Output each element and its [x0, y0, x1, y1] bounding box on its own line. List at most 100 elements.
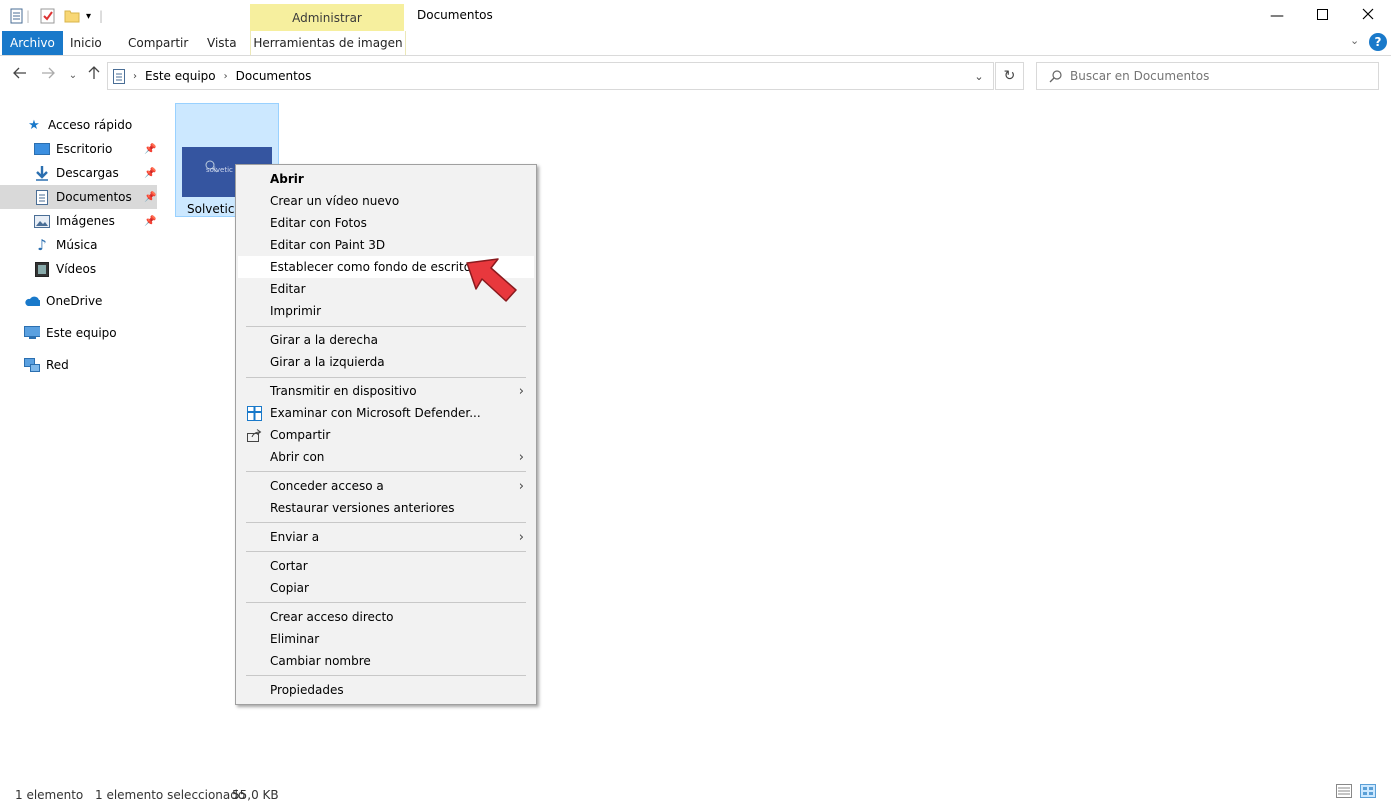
pin-icon[interactable]: 📌 — [144, 216, 156, 227]
chevron-right-icon[interactable]: › — [224, 71, 228, 82]
breadcrumb-este-equipo[interactable]: Este equipo — [145, 69, 216, 83]
sidebar-item-label: Este equipo — [46, 326, 117, 340]
chevron-right-icon: › — [518, 449, 524, 465]
sidebar-item-documentos[interactable]: Documentos 📌 — [0, 185, 157, 209]
minimize-button[interactable]: — — [1254, 0, 1300, 31]
pin-icon[interactable]: 📌 — [144, 192, 156, 203]
tab-archivo[interactable]: Archivo — [2, 31, 63, 55]
menu-item-label: Propiedades — [270, 683, 344, 697]
menu-item-label: Examinar con Microsoft Defender... — [270, 406, 481, 420]
pictures-icon — [34, 213, 50, 229]
menu-item-girar-derecha[interactable]: Girar a la derecha — [238, 329, 534, 351]
menu-item-propiedades[interactable]: Propiedades — [238, 679, 534, 701]
menu-item-label: Editar con Paint 3D — [270, 238, 386, 252]
sidebar-item-acceso-rapido[interactable]: ★ Acceso rápido — [0, 113, 160, 137]
back-button[interactable] — [9, 64, 31, 86]
status-size: 55,0 KB — [232, 788, 279, 802]
large-icons-view-icon[interactable] — [1360, 784, 1376, 801]
maximize-icon — [1316, 8, 1328, 24]
close-button[interactable] — [1345, 0, 1391, 31]
sidebar-item-videos[interactable]: Vídeos — [0, 257, 160, 281]
contextual-group-label: Administrar — [250, 4, 404, 31]
status-selected: 1 elemento seleccionado — [95, 788, 246, 802]
window-title: Documentos — [417, 8, 493, 22]
menu-item-label: Crear un vídeo nuevo — [270, 194, 400, 208]
document-icon — [113, 68, 125, 84]
menu-item-label: Editar — [270, 282, 306, 296]
pin-icon[interactable]: 📌 — [144, 168, 156, 179]
address-bar[interactable]: › Este equipo › Documentos — [107, 62, 994, 90]
up-button[interactable] — [83, 64, 105, 86]
chevron-down-icon: ⌄ — [68, 69, 78, 81]
sidebar-item-descargas[interactable]: Descargas 📌 — [0, 161, 160, 185]
tab-compartir[interactable]: Compartir — [118, 31, 198, 55]
menu-item-eliminar[interactable]: Eliminar — [238, 628, 534, 650]
search-box[interactable] — [1036, 62, 1379, 90]
pin-icon[interactable]: 📌 — [144, 144, 156, 155]
new-folder-icon[interactable] — [64, 8, 82, 24]
chevron-right-icon: › — [518, 383, 524, 399]
menu-item-restaurar-versiones[interactable]: Restaurar versiones anteriores — [238, 497, 534, 519]
menu-separator — [246, 471, 526, 472]
chevron-right-icon[interactable]: › — [133, 71, 137, 82]
refresh-button[interactable]: ↻ — [995, 62, 1024, 90]
checkmark-icon[interactable] — [40, 8, 58, 24]
menu-item-copiar[interactable]: Copiar — [238, 577, 534, 599]
recent-locations-button[interactable]: ⌄ — [62, 64, 84, 86]
music-icon: ♪ — [37, 236, 47, 254]
close-icon — [1362, 8, 1374, 24]
network-icon — [24, 357, 40, 373]
menu-item-label: Girar a la derecha — [270, 333, 378, 347]
properties-icon[interactable] — [10, 8, 26, 24]
menu-item-crear-video[interactable]: Crear un vídeo nuevo — [238, 190, 534, 212]
thumbnail-text: solvetic — [206, 166, 233, 174]
ribbon-tabs: Archivo Inicio Compartir Vista Herramien… — [0, 31, 1391, 56]
menu-item-defender[interactable]: Examinar con Microsoft Defender... — [238, 402, 534, 424]
maximize-button[interactable] — [1299, 0, 1345, 31]
menu-item-label: Cortar — [270, 559, 308, 573]
menu-item-compartir[interactable]: Compartir — [238, 424, 534, 446]
sidebar-item-label: OneDrive — [46, 294, 103, 308]
menu-item-editar-fotos[interactable]: Editar con Fotos — [238, 212, 534, 234]
sidebar-item-red[interactable]: Red — [0, 353, 160, 377]
menu-item-cortar[interactable]: Cortar — [238, 555, 534, 577]
menu-item-girar-izquierda[interactable]: Girar a la izquierda — [238, 351, 534, 373]
sidebar-item-label: Vídeos — [56, 262, 97, 276]
context-menu: Abrir Crear un vídeo nuevo Editar con Fo… — [235, 164, 537, 705]
sidebar-item-musica[interactable]: ♪ Música — [0, 233, 160, 257]
breadcrumb-documentos[interactable]: Documentos — [236, 69, 312, 83]
menu-item-transmitir[interactable]: Transmitir en dispositivo › — [238, 380, 534, 402]
arrow-left-icon — [13, 67, 27, 83]
menu-item-conceder-acceso[interactable]: Conceder acceso a › — [238, 475, 534, 497]
menu-separator — [246, 602, 526, 603]
sidebar-item-escritorio[interactable]: Escritorio 📌 — [0, 137, 160, 161]
menu-item-editar-paint3d[interactable]: Editar con Paint 3D — [238, 234, 534, 256]
tab-vista[interactable]: Vista — [197, 31, 247, 55]
computer-icon — [24, 325, 40, 341]
cloud-icon — [24, 293, 40, 309]
details-view-icon[interactable] — [1336, 784, 1352, 801]
help-icon[interactable]: ? — [1369, 33, 1387, 51]
share-icon — [246, 427, 262, 443]
sidebar-item-imagenes[interactable]: Imágenes 📌 — [0, 209, 160, 233]
forward-button[interactable] — [37, 64, 59, 86]
menu-item-label: Compartir — [270, 428, 331, 442]
menu-item-cambiar-nombre[interactable]: Cambiar nombre — [238, 650, 534, 672]
menu-separator — [246, 326, 526, 327]
menu-item-crear-acceso-directo[interactable]: Crear acceso directo — [238, 606, 534, 628]
address-dropdown-icon[interactable]: ⌄ — [966, 63, 992, 89]
tab-herramientas-de-imagen[interactable]: Herramientas de imagen — [250, 31, 406, 55]
sidebar-item-onedrive[interactable]: OneDrive — [0, 289, 160, 313]
menu-item-enviar-a[interactable]: Enviar a › — [238, 526, 534, 548]
customize-toolbar-icon[interactable]: ▾ — [86, 11, 91, 22]
menu-item-abrir[interactable]: Abrir — [238, 168, 534, 190]
menu-item-label: Abrir con — [270, 450, 325, 464]
menu-item-abrir-con[interactable]: Abrir con › — [238, 446, 534, 468]
tab-inicio[interactable]: Inicio — [60, 31, 112, 55]
arrow-right-icon — [41, 67, 55, 83]
sidebar-item-label: Música — [56, 238, 98, 252]
expand-ribbon-icon[interactable]: ⌄ — [1350, 34, 1359, 47]
sidebar-item-este-equipo[interactable]: Este equipo — [0, 321, 160, 345]
search-input[interactable] — [1068, 68, 1362, 84]
quick-access-toolbar: | ▾ | — [10, 6, 103, 26]
